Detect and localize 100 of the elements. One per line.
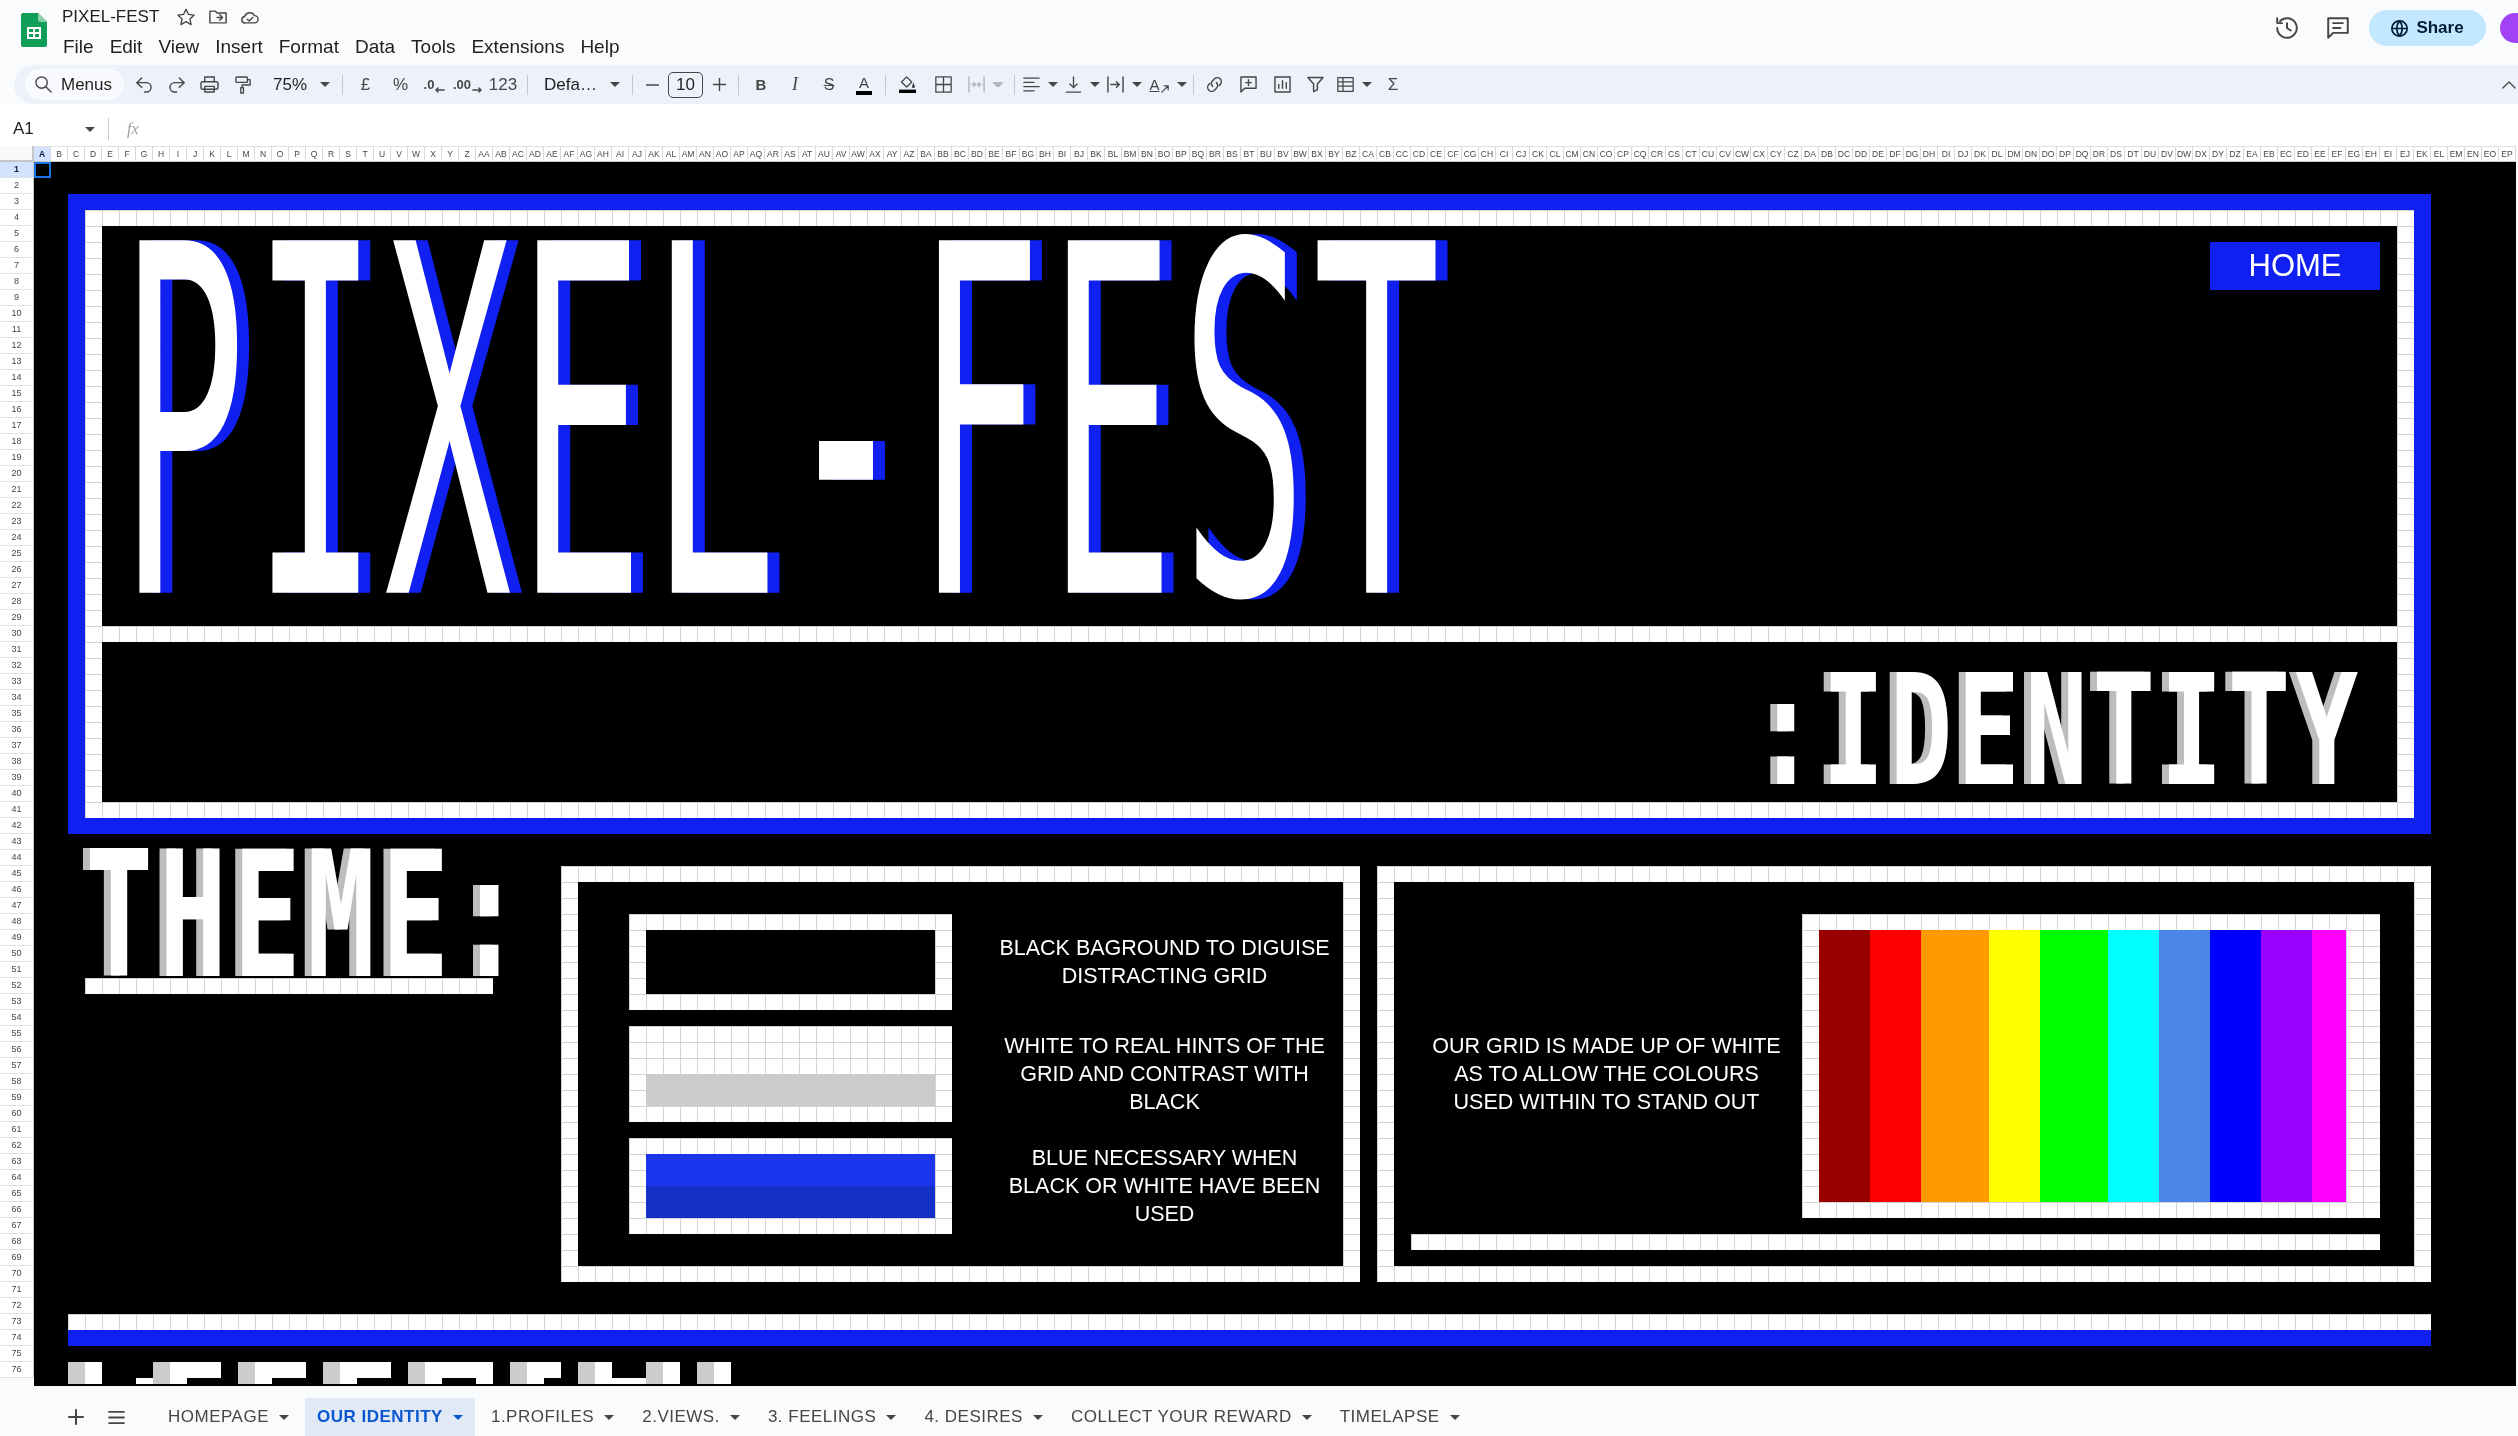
column-header[interactable]: AP <box>731 146 748 162</box>
comment-icon[interactable] <box>2327 17 2349 39</box>
column-header[interactable]: CG <box>1462 146 1479 162</box>
column-header[interactable]: AA <box>476 146 493 162</box>
sheet-tab[interactable]: TIMELAPSE <box>1327 1398 1472 1436</box>
italic-button[interactable]: I <box>778 69 812 100</box>
row-header[interactable]: 21 <box>0 482 34 498</box>
row-header[interactable]: 9 <box>0 290 34 306</box>
column-header[interactable]: CQ <box>1632 146 1649 162</box>
row-header[interactable]: 25 <box>0 546 34 562</box>
column-header[interactable]: CP <box>1615 146 1632 162</box>
row-header[interactable]: 54 <box>0 1010 34 1026</box>
currency-button[interactable]: £ <box>348 69 383 100</box>
row-header[interactable]: 40 <box>0 786 34 802</box>
column-header[interactable]: CT <box>1683 146 1700 162</box>
column-header[interactable]: EH <box>2363 146 2380 162</box>
undo-icon[interactable] <box>135 76 152 93</box>
row-header[interactable]: 7 <box>0 258 34 274</box>
column-header[interactable]: DO <box>2040 146 2057 162</box>
row-header[interactable]: 10 <box>0 306 34 322</box>
caret-icon[interactable] <box>1090 82 1100 87</box>
row-header[interactable]: 35 <box>0 706 34 722</box>
menu-item[interactable]: Format <box>270 35 347 59</box>
column-header[interactable]: EN <box>2465 146 2482 162</box>
column-header[interactable]: BF <box>1003 146 1020 162</box>
sheet-tab[interactable]: HOMEPAGE <box>156 1398 301 1436</box>
column-header[interactable]: DT <box>2125 146 2142 162</box>
column-header[interactable]: DV <box>2159 146 2176 162</box>
row-header[interactable]: 50 <box>0 946 34 962</box>
bold-button[interactable]: B <box>744 69 778 100</box>
column-header[interactable]: EM <box>2448 146 2465 162</box>
column-header[interactable]: R <box>323 146 340 162</box>
star-icon[interactable] <box>177 8 196 26</box>
column-header[interactable]: CZ <box>1785 146 1802 162</box>
minus-icon[interactable] <box>645 83 659 86</box>
column-header[interactable]: G <box>136 146 153 162</box>
column-header[interactable]: DI <box>1938 146 1955 162</box>
column-header[interactable]: BJ <box>1071 146 1088 162</box>
menu-item[interactable]: Edit <box>101 35 151 59</box>
row-header[interactable]: 75 <box>0 1346 34 1362</box>
sheet-tab[interactable]: 1.PROFILES <box>478 1398 627 1436</box>
column-header[interactable]: H <box>153 146 170 162</box>
column-header[interactable]: BI <box>1054 146 1071 162</box>
share-button[interactable]: Share <box>2369 10 2486 46</box>
row-header[interactable]: 51 <box>0 962 34 978</box>
column-header[interactable]: J <box>187 146 204 162</box>
row-header[interactable]: 22 <box>0 498 34 514</box>
column-header[interactable]: EC <box>2278 146 2295 162</box>
column-header[interactable]: CM <box>1564 146 1581 162</box>
column-header[interactable]: CU <box>1700 146 1717 162</box>
column-header[interactable]: EI <box>2380 146 2397 162</box>
zoom-select[interactable]: 75% <box>259 69 337 100</box>
column-header[interactable]: DA <box>1802 146 1819 162</box>
borders-icon[interactable] <box>934 76 952 93</box>
caret-icon[interactable] <box>1362 82 1372 87</box>
row-header[interactable]: 69 <box>0 1250 34 1266</box>
row-header[interactable]: 3 <box>0 194 34 210</box>
column-header[interactable]: BP <box>1173 146 1190 162</box>
column-header[interactable]: BV <box>1275 146 1292 162</box>
column-header[interactable]: AC <box>510 146 527 162</box>
align-bottom-icon[interactable] <box>1065 76 1082 93</box>
row-header[interactable]: 72 <box>0 1298 34 1314</box>
column-header[interactable]: EB <box>2261 146 2278 162</box>
column-header[interactable]: I <box>170 146 187 162</box>
sheet-tab[interactable]: COLLECT YOUR REWARD <box>1058 1398 1324 1436</box>
caret-icon[interactable] <box>1047 82 1058 87</box>
row-header[interactable]: 76 <box>0 1362 34 1378</box>
row-header[interactable]: 29 <box>0 610 34 626</box>
row-header[interactable]: 73 <box>0 1314 34 1330</box>
column-header[interactable]: CO <box>1598 146 1615 162</box>
sheet-tab[interactable]: 2.VIEWS. <box>630 1398 752 1436</box>
column-header[interactable]: BE <box>986 146 1003 162</box>
column-header[interactable]: AN <box>697 146 714 162</box>
row-header[interactable]: 17 <box>0 418 34 434</box>
menu-item[interactable]: View <box>150 35 208 59</box>
column-header[interactable]: CB <box>1377 146 1394 162</box>
row-header[interactable]: 66 <box>0 1202 34 1218</box>
row-header[interactable]: 16 <box>0 402 34 418</box>
column-header[interactable]: A <box>34 146 51 162</box>
menu-item[interactable]: File <box>55 35 102 59</box>
column-header[interactable]: CC <box>1394 146 1411 162</box>
column-header[interactable]: CK <box>1530 146 1547 162</box>
caret-icon[interactable] <box>1449 1414 1460 1420</box>
caret-icon[interactable] <box>886 1414 897 1420</box>
row-header[interactable]: 64 <box>0 1170 34 1186</box>
column-header[interactable]: AI <box>612 146 629 162</box>
row-header[interactable]: 65 <box>0 1186 34 1202</box>
column-header[interactable]: CD <box>1411 146 1428 162</box>
caret-icon[interactable] <box>729 1414 740 1420</box>
column-header[interactable]: M <box>238 146 255 162</box>
column-header[interactable]: CJ <box>1513 146 1530 162</box>
caret-icon[interactable] <box>604 1414 615 1420</box>
column-header[interactable]: BB <box>935 146 952 162</box>
row-header[interactable]: 27 <box>0 578 34 594</box>
row-header[interactable]: 28 <box>0 594 34 610</box>
column-header[interactable]: Q <box>306 146 323 162</box>
column-header[interactable]: DG <box>1904 146 1921 162</box>
column-header[interactable]: U <box>374 146 391 162</box>
column-header[interactable]: AW <box>850 146 867 162</box>
column-header[interactable]: DR <box>2091 146 2108 162</box>
